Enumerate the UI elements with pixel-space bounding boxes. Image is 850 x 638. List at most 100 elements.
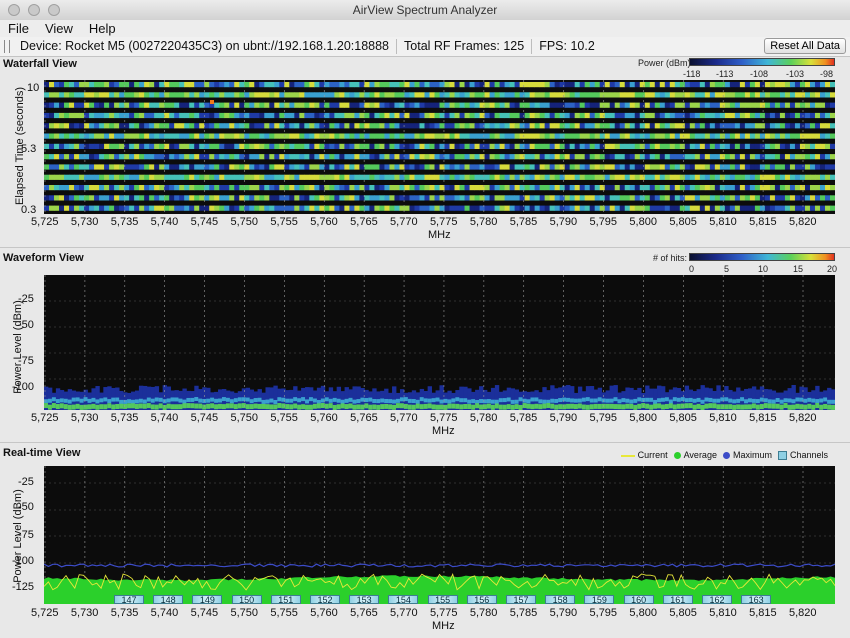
waterfall-cell xyxy=(249,92,255,98)
maximum-swatch-icon xyxy=(722,452,730,460)
waterfall-cell xyxy=(114,174,120,180)
waterfall-cell xyxy=(74,102,80,108)
waterfall-cell xyxy=(274,205,280,211)
waterfall-cell xyxy=(339,205,345,211)
waterfall-cell xyxy=(774,164,781,170)
menu-view[interactable]: View xyxy=(37,20,81,37)
waterfall-cell xyxy=(809,82,816,88)
waterfall-cell xyxy=(499,164,505,170)
channel-156[interactable]: 156 xyxy=(466,595,497,605)
waveform-band xyxy=(95,399,100,404)
channel-160[interactable]: 160 xyxy=(623,595,654,605)
channel-153[interactable]: 153 xyxy=(349,595,380,605)
waterfall-cell xyxy=(479,174,485,180)
waterfall-cell xyxy=(339,164,345,170)
waterfall-cell xyxy=(454,195,460,201)
waterfall-cell xyxy=(479,205,485,211)
waterfall-cell xyxy=(389,92,395,98)
waterfall-cell xyxy=(309,82,315,88)
channel-158[interactable]: 158 xyxy=(545,595,576,605)
waterfall-cell xyxy=(714,195,721,201)
waveform-band xyxy=(44,399,49,404)
realtime-plot[interactable] xyxy=(44,466,835,604)
waveform-band xyxy=(269,404,274,410)
legend-channels: Channels xyxy=(777,450,828,461)
waterfall-cell xyxy=(589,133,596,139)
waterfall-cell xyxy=(279,92,285,98)
waveform-band xyxy=(823,403,828,409)
waveform-band xyxy=(150,398,156,403)
channel-149[interactable]: 149 xyxy=(192,595,223,605)
waterfall-cell xyxy=(799,164,806,170)
waterfall-cell xyxy=(624,112,631,119)
menu-help[interactable]: Help xyxy=(81,20,124,37)
waterfall-cell xyxy=(629,195,636,201)
waveform-band xyxy=(127,399,132,404)
zoom-window-icon[interactable] xyxy=(48,4,60,16)
waterfall-cell xyxy=(134,133,140,139)
channel-157[interactable]: 157 xyxy=(506,595,536,605)
waterfall-cell xyxy=(434,123,440,129)
waterfall-cell xyxy=(259,102,265,108)
minimize-window-icon[interactable] xyxy=(28,4,40,16)
waterfall-cell xyxy=(134,164,140,170)
realtime-xlabel: MHz xyxy=(432,620,455,632)
close-window-icon[interactable] xyxy=(8,4,20,16)
channel-150[interactable]: 150 xyxy=(231,595,262,605)
waterfall-cell xyxy=(119,102,125,108)
waterfall-cell xyxy=(589,174,596,180)
waterfall-cell xyxy=(144,174,150,180)
waveform-band xyxy=(131,399,136,404)
channel-147[interactable]: 147 xyxy=(114,595,144,605)
waterfall-cell xyxy=(804,154,811,160)
waterfall-cell xyxy=(479,112,485,119)
reset-all-data-button[interactable]: Reset All Data xyxy=(764,38,846,54)
waterfall-cell xyxy=(749,82,756,88)
waterfall-cell xyxy=(304,154,310,160)
waterfall-cell xyxy=(154,154,160,160)
waterfall-plot[interactable] xyxy=(44,80,835,214)
channel-161[interactable]: 161 xyxy=(662,595,693,605)
channel-151[interactable]: 151 xyxy=(270,595,301,605)
waveform-band xyxy=(111,404,116,410)
waterfall-cell xyxy=(814,164,821,170)
channel-159[interactable]: 159 xyxy=(584,595,615,605)
waterfall-cell xyxy=(619,102,626,108)
waterfall-cell xyxy=(294,174,300,180)
waterfall-cell xyxy=(389,185,395,191)
waterfall-cell xyxy=(484,92,490,98)
waterfall-cell xyxy=(829,112,835,119)
channel-162[interactable]: 162 xyxy=(702,595,732,605)
waveform-band xyxy=(399,397,405,402)
waveform-band xyxy=(51,403,57,409)
channel-152[interactable]: 152 xyxy=(310,595,340,605)
waterfall-cell xyxy=(229,174,235,180)
waveform-band xyxy=(577,403,583,409)
waterfall-cell xyxy=(509,205,515,211)
waveform-band xyxy=(47,404,53,410)
channel-154[interactable]: 154 xyxy=(388,595,419,605)
waterfall-cell xyxy=(594,164,601,170)
waterfall-cell xyxy=(249,133,255,139)
waterfall-cell xyxy=(824,133,831,139)
waterfall-cell xyxy=(549,143,556,149)
waterfall-cell xyxy=(79,195,85,201)
waterfall-cell xyxy=(599,174,606,180)
waterfall-cell xyxy=(304,82,310,88)
waterfall-cell xyxy=(309,154,315,160)
channel-163[interactable]: 163 xyxy=(741,595,772,605)
waterfall-cell xyxy=(694,123,701,129)
waterfall-cell xyxy=(814,133,821,139)
waterfall-cell xyxy=(194,185,200,191)
menu-file[interactable]: File xyxy=(0,20,37,37)
waterfall-cell xyxy=(744,92,751,98)
channel-155[interactable]: 155 xyxy=(427,595,458,605)
waveform-plot[interactable] xyxy=(44,275,835,410)
channel-148[interactable]: 148 xyxy=(153,595,184,605)
waterfall-cell xyxy=(94,164,100,170)
waterfall-cell xyxy=(424,123,430,129)
waterfall-cell xyxy=(504,82,510,88)
waterfall-cell xyxy=(484,102,490,108)
waterfall-cell xyxy=(459,82,465,88)
waterfall-cell xyxy=(344,195,350,201)
